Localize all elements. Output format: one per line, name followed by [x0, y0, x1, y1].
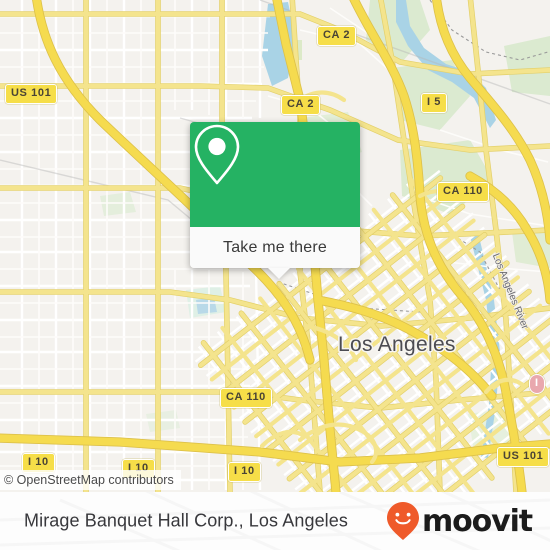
highway-shield: US 101 — [5, 84, 58, 104]
highway-shield: I 5 — [421, 93, 448, 113]
highway-shield: CA 2 — [317, 26, 357, 46]
location-callout-card[interactable]: Take me there — [190, 122, 360, 279]
highway-shield: CA 110 — [437, 182, 489, 202]
moovit-smiley-pin-icon — [386, 502, 419, 540]
callout-tail — [268, 268, 290, 279]
city-label-los-angeles: Los Angeles — [338, 333, 456, 356]
map-canvas[interactable]: .mi{stroke:#ffffff;stroke-width:2.4;fill… — [0, 0, 550, 492]
highway-shield: CA 2 — [281, 95, 321, 115]
footer-bar: Mirage Banquet Hall Corp., Los Angeles m… — [0, 492, 550, 550]
take-me-there-button[interactable]: Take me there — [190, 227, 360, 268]
highway-shield: CA 110 — [220, 388, 272, 408]
callout-pin-panel — [190, 122, 360, 227]
map-pin-icon — [194, 124, 240, 185]
brand-wordmark: moovit — [421, 503, 533, 539]
page-title: Mirage Banquet Hall Corp., Los Angeles — [24, 510, 348, 531]
highway-shield: I 10 — [228, 462, 261, 482]
osm-attribution[interactable]: © OpenStreetMap contributors — [0, 470, 181, 490]
moovit-brand-logo[interactable]: moovit — [386, 501, 533, 541]
highway-shield: US 101 — [497, 447, 550, 467]
highway-shield: I — [529, 374, 545, 394]
screenshot-root: .mi{stroke:#ffffff;stroke-width:2.4;fill… — [0, 0, 550, 550]
